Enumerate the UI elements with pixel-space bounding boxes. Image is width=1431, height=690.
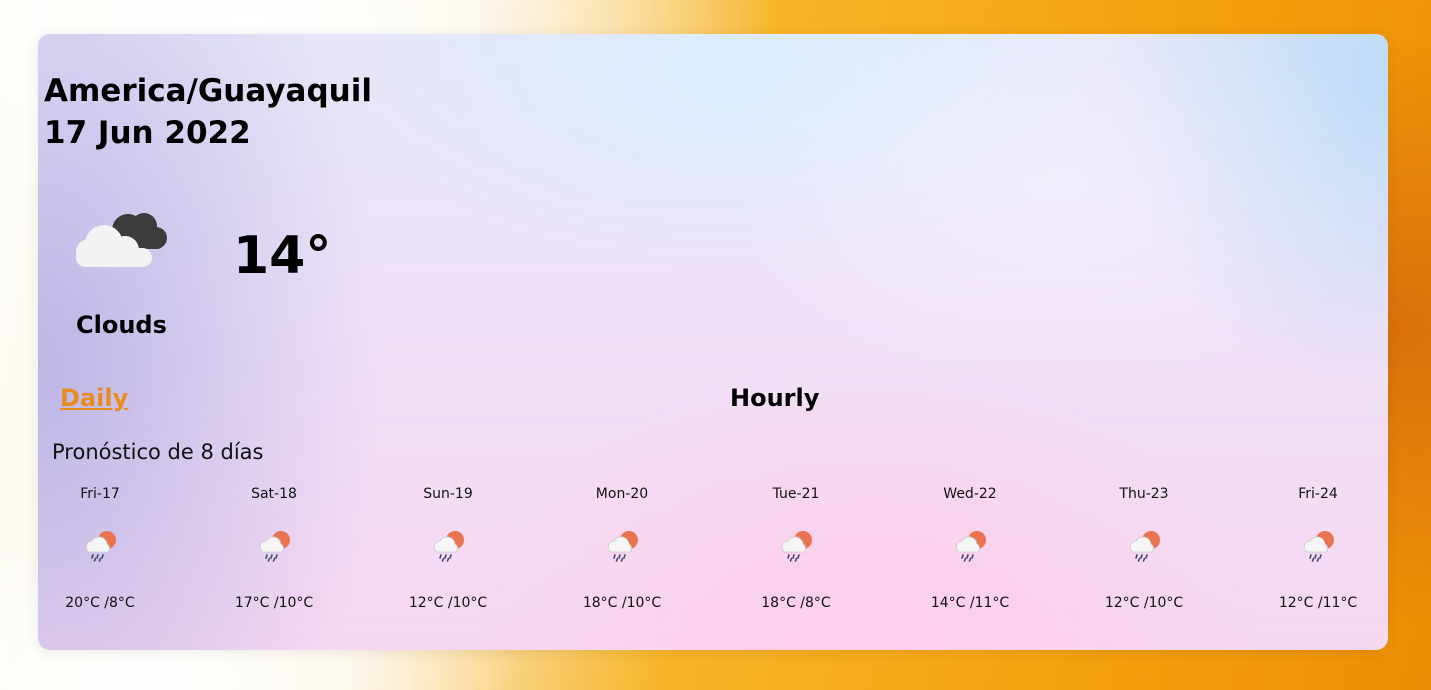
forecast-day-name: Thu-23 [1119,486,1169,502]
forecast-day-temps: 17°C /10°C [234,595,314,611]
forecast-title: Pronóstico de 8 días [52,440,264,464]
forecast-day-temps: 12°C /11°C [1278,595,1358,611]
current-temperature: 14° [233,226,332,286]
forecast-day: Wed-22 14°C /11°C [900,484,1040,624]
forecast-day-name: Wed-22 [943,486,997,502]
rain-sun-icon [85,531,116,562]
rain-sun-icon [259,531,290,562]
forecast-day-name: Sun-19 [423,486,473,502]
forecast-day-temps: 18°C /8°C [761,595,831,611]
forecast-day-name: Fri-17 [80,486,120,502]
forecast-day: Fri-17 20°C /8°C [38,484,170,624]
forecast-day: Sat-18 17°C /10°C [204,484,344,624]
clouds-icon [76,213,167,267]
forecast-day: Thu-23 12°C /10°C [1074,484,1214,624]
rain-sun-icon [1129,531,1160,562]
forecast-day-temps: 12°C /10°C [1104,595,1184,611]
forecast-day-name: Mon-20 [595,486,649,502]
weather-card: America/Guayaquil 17 Jun 2022 14° Clouds… [38,34,1388,650]
forecast-day-temps: 18°C /10°C [582,595,662,611]
forecast-day: Tue-21 18°C /8°C [726,484,866,624]
forecast-day: Fri-24 12°C /11°C [1248,484,1388,624]
forecast-day-name: Fri-24 [1298,486,1338,502]
current-date: 17 Jun 2022 [44,115,251,151]
forecast-day-temps: 20°C /8°C [65,595,135,611]
rain-sun-icon [1303,531,1334,562]
location-title: America/Guayaquil [44,73,372,109]
current-condition: Clouds [76,311,167,339]
tab-hourly[interactable]: Hourly [730,383,819,413]
tab-daily[interactable]: Daily [60,383,128,413]
forecast-day: Mon-20 18°C /10°C [552,484,692,624]
forecast-day-name: Tue-21 [772,486,820,502]
forecast-day-temps: 12°C /10°C [408,595,488,611]
forecast-day: Sun-19 12°C /10°C [378,484,518,624]
rain-sun-icon [955,531,986,562]
rain-sun-icon [433,531,464,562]
forecast-day-name: Sat-18 [251,486,297,502]
forecast-day-temps: 14°C /11°C [930,595,1010,611]
rain-sun-icon [607,531,638,562]
forecast-days: Fri-17 20°C /8°C Sat-18 17°C /10°C Sun-1… [38,484,1388,624]
rain-sun-icon [781,531,812,562]
